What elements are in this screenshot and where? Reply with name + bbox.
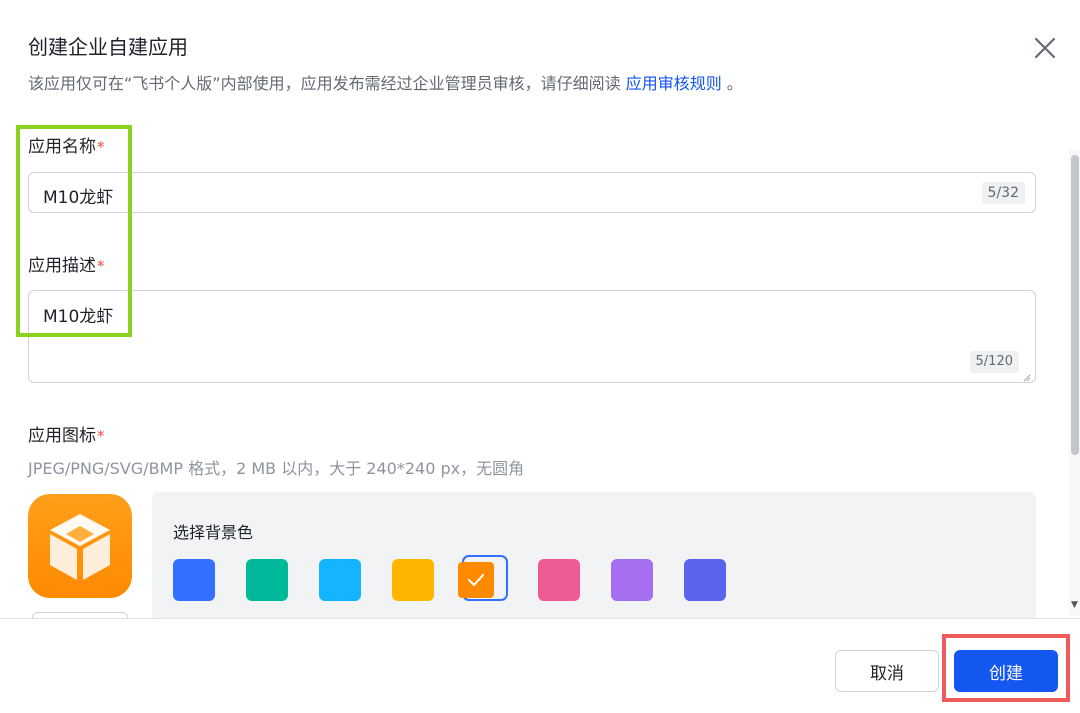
color-swatch[interactable] xyxy=(392,559,434,601)
color-swatch[interactable] xyxy=(458,562,494,598)
background-color-panel: 选择背景色 xyxy=(152,492,1036,622)
app-icon-label: 应用图标* xyxy=(28,424,105,448)
app-icon-label-text: 应用图标 xyxy=(28,426,96,446)
cancel-button[interactable]: 取消 xyxy=(835,650,939,692)
color-swatch[interactable] xyxy=(246,559,288,601)
highlight-box-green xyxy=(16,125,132,337)
bg-color-label: 选择背景色 xyxy=(173,523,254,542)
highlight-box-red xyxy=(942,634,1070,702)
color-swatch[interactable] xyxy=(684,559,726,601)
subtitle-suffix: 。 xyxy=(726,74,743,93)
required-mark: * xyxy=(97,427,105,445)
review-rules-link[interactable]: 应用审核规则 xyxy=(626,74,722,93)
app-name-input[interactable]: M10龙虾 5/32 xyxy=(28,172,1036,213)
color-swatch[interactable] xyxy=(319,559,361,601)
app-icon-preview xyxy=(28,494,132,598)
footer-divider xyxy=(0,618,1080,619)
cube-icon xyxy=(50,514,110,580)
app-icon-hint: JPEG/PNG/SVG/BMP 格式，2 MB 以内，大于 240*240 p… xyxy=(28,459,525,478)
check-icon xyxy=(468,574,484,586)
dialog-subtitle: 该应用仅可在“飞书个人版”内部使用，应用发布需经过企业管理员审核，请仔细阅读 应… xyxy=(28,73,743,95)
scrollbar-thumb[interactable] xyxy=(1071,155,1079,455)
app-name-counter: 5/32 xyxy=(981,182,1025,204)
app-description-textarea[interactable]: M10龙虾 5/120 xyxy=(28,290,1036,383)
color-swatch[interactable] xyxy=(538,559,580,601)
scroll-down-icon[interactable]: ▼ xyxy=(1071,600,1080,610)
close-icon[interactable] xyxy=(1030,33,1060,63)
app-description-counter: 5/120 xyxy=(969,351,1019,373)
dialog-title: 创建企业自建应用 xyxy=(28,35,188,59)
resize-handle-icon[interactable] xyxy=(1023,367,1031,382)
color-swatch[interactable] xyxy=(611,559,653,601)
subtitle-text: 该应用仅可在“飞书个人版”内部使用，应用发布需经过企业管理员审核，请仔细阅读 xyxy=(28,74,621,93)
color-swatch[interactable] xyxy=(173,559,215,601)
